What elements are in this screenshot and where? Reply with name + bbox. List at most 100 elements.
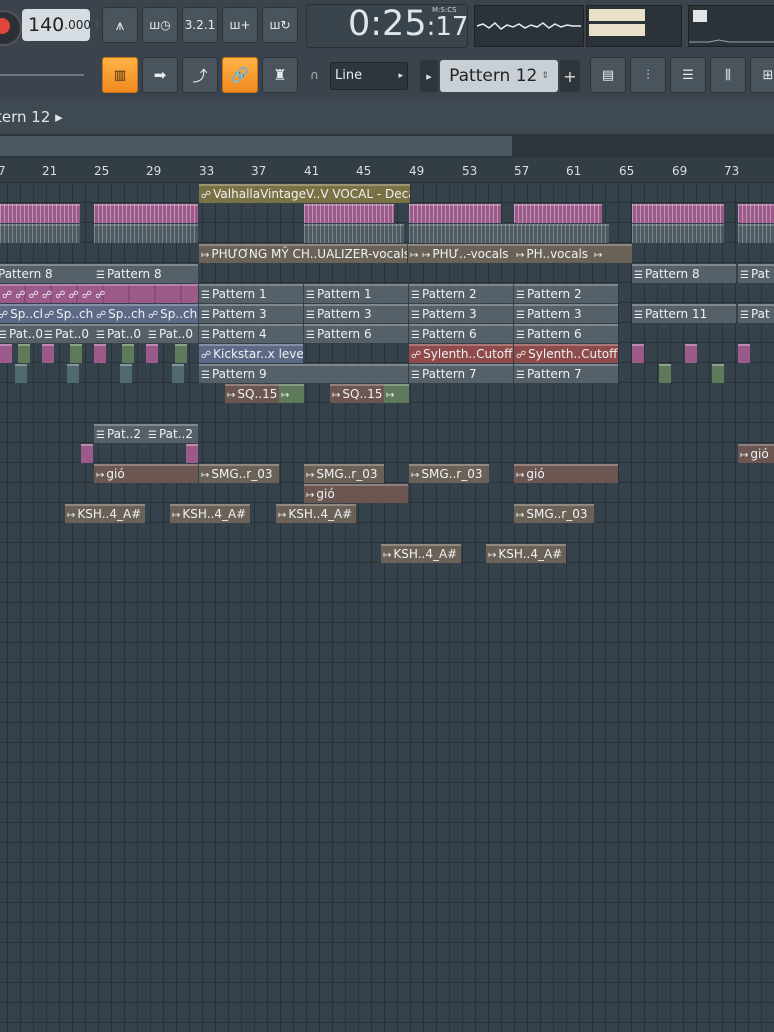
mixer-list-button[interactable]: ☰ [670, 57, 706, 93]
playlist-clip[interactable]: ☰ Pattern 3 [514, 304, 618, 323]
playlist-clip[interactable] [738, 224, 774, 243]
playlist-clip[interactable]: ↦ gió [514, 464, 618, 483]
playlist-clip[interactable]: ↦ [279, 384, 304, 403]
playlist-clip[interactable]: ☰ Pattern 8 [632, 264, 736, 283]
playlist-clip[interactable]: ☰ Pattern 3 [304, 304, 408, 323]
playlist-clip[interactable]: ↦ SMG..r_03 [304, 464, 384, 483]
playlist-clip[interactable]: ☍Sp..ch [94, 304, 146, 323]
tempo-display[interactable]: 140.000 ⇕ [22, 9, 101, 41]
playlist-clip[interactable]: ↦ SQ..15 [225, 384, 279, 403]
playlist-clip[interactable]: ☰ Pattern 4 [199, 324, 303, 343]
playlist-clip[interactable] [304, 204, 394, 223]
clip-marker[interactable] [42, 344, 54, 363]
playlist-clip[interactable] [0, 224, 80, 243]
clip-marker[interactable] [712, 364, 724, 383]
playlist-clip[interactable] [94, 204, 198, 223]
clip-marker[interactable] [122, 344, 134, 363]
clip-marker[interactable] [18, 344, 30, 363]
playlist-clip[interactable]: ☍ Kickstar..x level [199, 344, 303, 363]
playlist-clip[interactable]: ☍ ☍ ☍ ☍ ☍ ☍ ☍ ☍ [0, 284, 198, 303]
playlist-clip[interactable]: ☰Pat..0 [42, 324, 94, 343]
playlist-clip[interactable]: ↦ SMG..r_03 [514, 504, 594, 523]
snap-select[interactable]: Line ▸ [330, 62, 408, 90]
playlist-clip[interactable]: ☰ Pat..2 [94, 424, 146, 443]
playlist-clip[interactable]: ☰ Pattern 9 [199, 364, 408, 383]
playlist-clip[interactable]: ↦ KSH..4_A# [65, 504, 145, 523]
clip-marker[interactable] [685, 344, 697, 363]
playlist-clip[interactable]: ↦ [408, 244, 420, 263]
playlist-clip[interactable]: ☰ Pat [738, 304, 774, 323]
playlist-clip[interactable]: ☰Pat..0 [0, 324, 42, 343]
playlist-clip[interactable] [514, 204, 602, 223]
playlist-clip[interactable]: ☰ Pattern 6 [409, 324, 513, 343]
playlist-clip[interactable]: ☰ Pattern 7 [409, 364, 513, 383]
playlist-clip[interactable]: ☰ Pattern 6 [514, 324, 618, 343]
playlist-clip[interactable]: ☰ Pattern 7 [514, 364, 618, 383]
loop-record-button[interactable]: ш↻ [262, 7, 298, 43]
position-slider[interactable] [0, 74, 84, 76]
pattern-selector[interactable]: Pattern 12 ⇕ [440, 60, 558, 92]
playlist-clip[interactable]: ☰ Pattern 3 [409, 304, 513, 323]
clip-marker[interactable] [120, 364, 132, 383]
playlist-clip[interactable]: Pattern 8 [0, 264, 94, 283]
playlist-clip[interactable] [0, 204, 80, 223]
clip-marker[interactable] [659, 364, 671, 383]
playlist-clip[interactable]: ↦ gió [304, 484, 408, 503]
add-pattern-button[interactable]: + [560, 60, 580, 92]
playlist-clip[interactable] [409, 224, 609, 243]
playlist-clip[interactable]: ☍Sp..ch [146, 304, 198, 323]
playlist-clip[interactable]: ☍ ValhallaVintageV..V VOCAL - Decay [199, 184, 410, 203]
clip-marker[interactable] [67, 364, 79, 383]
clip-marker[interactable] [172, 364, 184, 383]
clip-marker[interactable] [738, 344, 750, 363]
playlist-clip[interactable]: ☍ Sylenth..Cutoff [409, 344, 513, 363]
playlist-clip[interactable] [304, 224, 404, 243]
playlist-clip[interactable] [738, 204, 774, 223]
playlist-clip[interactable]: ↦ PH..vocals [514, 244, 592, 263]
playlist-clip[interactable]: ☰ Pat [738, 264, 774, 283]
playlist-clip[interactable]: ↦ [592, 244, 632, 263]
clip-marker[interactable] [632, 344, 644, 363]
channel-rack-button[interactable]: ⫶ [630, 57, 666, 93]
playlist-clip[interactable]: ☍ Sylenth..Cutoff [514, 344, 618, 363]
playlist-clip[interactable]: ↦ KSH..4_A# [276, 504, 356, 523]
step-edit-button[interactable]: ш+ [222, 7, 258, 43]
playlist-clip[interactable] [632, 224, 724, 243]
clip-marker[interactable] [94, 344, 106, 363]
overview-viewport[interactable] [0, 136, 512, 156]
playlist-clip[interactable] [409, 204, 501, 223]
playlist-clip[interactable]: ☰ Pattern 2 [409, 284, 513, 303]
wait-for-input-button[interactable]: ш◷ [142, 7, 178, 43]
playlist-clip[interactable]: ↦ PHƯ..-vocals [420, 244, 514, 263]
clip-marker[interactable] [0, 344, 12, 363]
playlist-clip[interactable]: ↦ KSH..4_A# [170, 504, 250, 523]
clip-marker[interactable] [15, 364, 27, 383]
playlist-clip[interactable]: ☰Pat..0 [146, 324, 198, 343]
playlist-clip[interactable]: ☰ Pattern 11 [632, 304, 736, 323]
mixer-button[interactable]: ⫼ [710, 57, 746, 93]
tempo-spin-icon[interactable]: ⇕ [93, 20, 101, 30]
playlist-clip[interactable]: ↦ PHƯƠNG MỸ CH..UALIZER-vocals [199, 244, 407, 263]
playlist-clip[interactable]: ☰ Pattern 8 [94, 264, 198, 283]
playlist-clip[interactable]: ☍Sp..ch [42, 304, 94, 323]
playlist-clip[interactable]: ☰ Pattern 3 [199, 304, 303, 323]
playlist-clip[interactable]: ☰ Pattern 6 [304, 324, 408, 343]
playlist-clip[interactable]: ↦ SMG..r_03 [409, 464, 489, 483]
metronome-button[interactable]: ⩚ [102, 7, 138, 43]
playlist-clip[interactable]: ↦ [384, 384, 409, 403]
playlist-clip[interactable]: ☰ Pat..2 [146, 424, 198, 443]
playlist-clip[interactable]: ☍Sp..ch [0, 304, 42, 323]
playlist-clip[interactable]: ↦ gió [94, 464, 198, 483]
clip-marker[interactable] [81, 444, 93, 463]
playlist-clip[interactable]: ☰ Pattern 1 [304, 284, 408, 303]
clip-marker[interactable] [175, 344, 187, 363]
clip-marker[interactable] [70, 344, 82, 363]
slide-button[interactable]: ⤴ [182, 57, 218, 93]
playlist-clip[interactable]: ☰ Pattern 2 [514, 284, 618, 303]
playlist-window-button[interactable]: ▤ [590, 57, 626, 93]
clip-marker[interactable] [146, 344, 158, 363]
playlist-clip[interactable]: ☰Pat..0 [94, 324, 146, 343]
playlist-clip[interactable]: ☰ Pattern 1 [199, 284, 303, 303]
timeline-ruler[interactable] [0, 158, 774, 183]
clip-marker[interactable] [186, 444, 198, 463]
